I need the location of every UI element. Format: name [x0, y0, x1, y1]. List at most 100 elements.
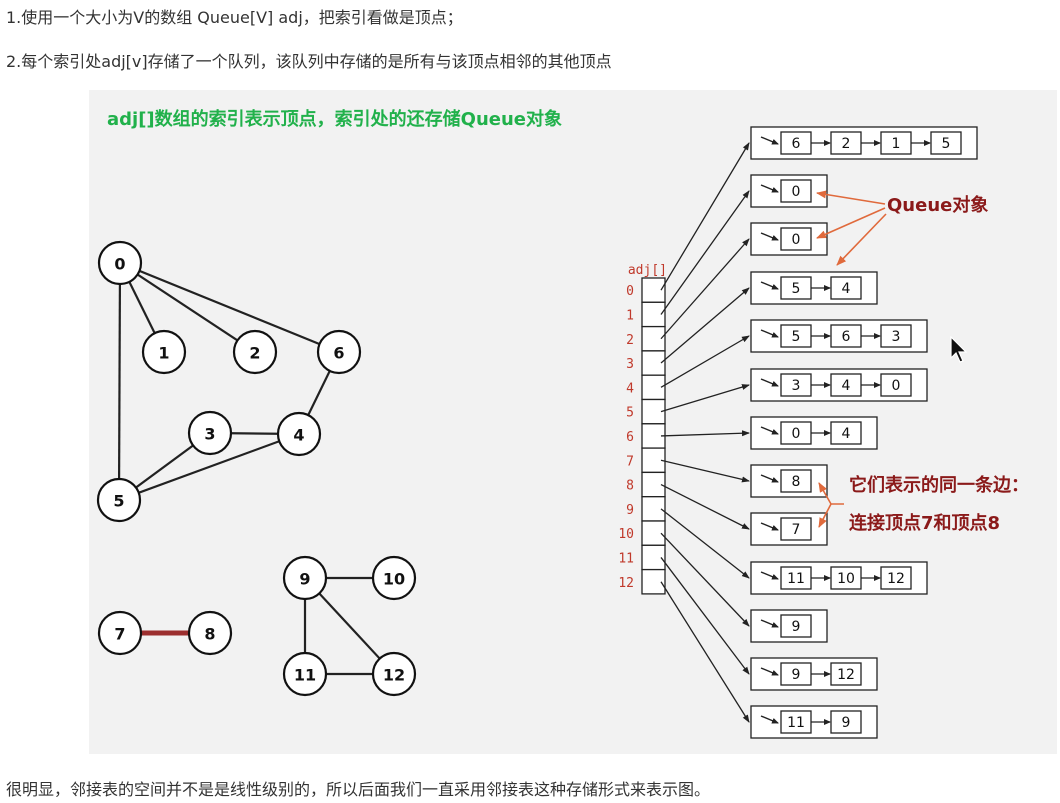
queue-node-value: 4	[842, 281, 851, 297]
adjacency-list-figure: adj[]数组的索引表示顶点，索引处的还存储Queue对象 0123456789…	[89, 90, 1057, 754]
queue-node-value: 11	[787, 571, 805, 587]
queue-list: 04	[750, 416, 878, 450]
queue-node-value: 3	[892, 329, 901, 345]
queue-list: 11 9	[750, 705, 878, 739]
adj-index-label: 2	[626, 333, 634, 348]
queue-list: 54	[750, 271, 878, 305]
adj-pointer-arrow	[660, 459, 750, 483]
queue-list: 0	[750, 174, 828, 208]
queue-node-value: 12	[837, 667, 855, 683]
vertex-label: 10	[383, 570, 405, 589]
queue-list: 3 4 0	[750, 368, 928, 402]
adj-pointer-arrow	[660, 335, 750, 388]
graph-vertex: 12	[371, 651, 417, 697]
adj-pointer-arrow	[660, 508, 750, 579]
vertex-label: 0	[114, 255, 125, 274]
vertex-label: 12	[383, 666, 405, 685]
graph-vertex: 11	[282, 651, 328, 697]
queue-node-value: 5	[792, 281, 801, 297]
queue-node-value: 10	[837, 571, 855, 587]
queue-node-value: 0	[792, 232, 801, 248]
queue-node-value: 9	[792, 619, 801, 635]
graph-vertex: 4	[276, 411, 322, 457]
queue-annotation-arrow	[836, 213, 887, 266]
graph-vertex: 9	[282, 555, 328, 601]
queue-node-value: 6	[842, 329, 851, 345]
queue-list: 11 10 12	[750, 561, 928, 595]
queue-annotation: Queue对象	[816, 190, 988, 266]
adj-index-label: 7	[626, 454, 634, 469]
queue-node-value: 0	[792, 426, 801, 442]
graph-edge	[119, 262, 256, 353]
adj-pointer-arrow	[660, 238, 750, 340]
queue-node-value: 4	[842, 426, 851, 442]
vertex-label: 1	[158, 344, 169, 363]
adj-pointers	[660, 142, 750, 723]
vertex-label: 8	[204, 625, 215, 644]
queue-node-value: 11	[787, 715, 805, 731]
queue-node-value: 9	[792, 667, 801, 683]
vertex-label: 7	[114, 625, 125, 644]
graph-nodes: 01 23 4567 89 1011 12	[96, 240, 417, 697]
adj-index-label: 3	[626, 357, 634, 372]
queue-node-value: 9	[842, 715, 851, 731]
adj-index-label: 0	[626, 284, 634, 299]
queue-lists: 6 2 1 5005 45 6 33 4 00 48711 10 1299 1211 9	[750, 126, 978, 739]
edge-annotation-line-1: 它们表示的同一条边：	[849, 474, 1029, 496]
edge-annotation: 它们表示的同一条边： 连接顶点7和顶点8	[818, 474, 1029, 534]
adj-index-label: 9	[626, 503, 634, 518]
adj-pointer-arrow	[660, 430, 750, 437]
adj-pointer-arrow	[660, 557, 750, 675]
diagram-canvas: adj[]数组的索引表示顶点，索引处的还存储Queue对象 01 23 4567 89…	[96, 108, 1029, 739]
adj-index-label: 5	[626, 406, 634, 421]
queue-list: 8	[750, 464, 828, 498]
outro-text: 很明显，邻接表的空间并不是是线性级别的，所以后面我们一直采用邻接表这种存储形式来…	[6, 780, 711, 799]
queue-list: 9	[750, 609, 828, 643]
queue-list: 9 12	[750, 657, 878, 691]
queue-node-value: 7	[792, 522, 801, 538]
vertex-label: 4	[293, 426, 304, 445]
adj-pointer-arrow	[660, 190, 750, 315]
edge-annotation-line-2: 连接顶点7和顶点8	[849, 512, 1000, 534]
graph-vertex: 5	[96, 477, 142, 523]
graph-vertex: 8	[187, 610, 233, 656]
vertex-label: 11	[294, 666, 316, 685]
graph-vertex: 1	[141, 329, 187, 375]
graph-vertex: 3	[187, 410, 233, 456]
adj-index-label: 11	[618, 551, 634, 566]
adj-array-label: adj[]	[628, 263, 667, 278]
graph-vertex: 2	[232, 329, 278, 375]
queue-annotation-label: Queue对象	[887, 194, 988, 216]
figure-caption: adj[]数组的索引表示顶点，索引处的还存储Queue对象	[107, 108, 562, 130]
vertex-label: 2	[249, 344, 260, 363]
adj-pointer-arrow	[660, 581, 750, 723]
queue-node-value: 12	[887, 571, 905, 587]
adj-index-label: 8	[626, 479, 634, 494]
adj-pointer-arrow	[660, 384, 750, 413]
queue-node-value: 6	[792, 136, 801, 152]
queue-list: 6 2 1 5	[750, 126, 978, 160]
vertex-label: 9	[299, 570, 310, 589]
queue-list: 0	[750, 222, 828, 256]
adj-index-label: 6	[626, 430, 634, 445]
graph-vertex: 0	[97, 240, 143, 286]
queue-node-value: 4	[842, 378, 851, 394]
queue-node-value: 2	[842, 136, 851, 152]
vertex-label: 3	[204, 425, 215, 444]
queue-node-value: 3	[792, 378, 801, 394]
graph-vertex: 10	[371, 555, 417, 601]
queue-node-value: 0	[892, 378, 901, 394]
intro-line-2: 2.每个索引处adj[v]存储了一个队列，该队列中存储的是所有与该顶点相邻的其他…	[6, 52, 612, 71]
queue-node-value: 8	[792, 474, 801, 490]
queue-node-value: 5	[942, 136, 951, 152]
intro-line-1: 1.使用一个大小为V的数组 Queue[V] adj，把索引看做是顶点；	[6, 8, 463, 27]
graph-edges	[117, 261, 395, 676]
adj-pointer-arrow	[660, 532, 750, 627]
adj-index-label: 4	[626, 381, 634, 396]
graph-vertex: 6	[316, 329, 362, 375]
queue-list: 5 6 3	[750, 319, 928, 353]
adj-pointer-arrow	[660, 483, 750, 530]
queue-list: 7	[750, 512, 828, 546]
adj-array: 0123456789101112	[618, 277, 666, 595]
queue-node-value: 1	[892, 136, 901, 152]
